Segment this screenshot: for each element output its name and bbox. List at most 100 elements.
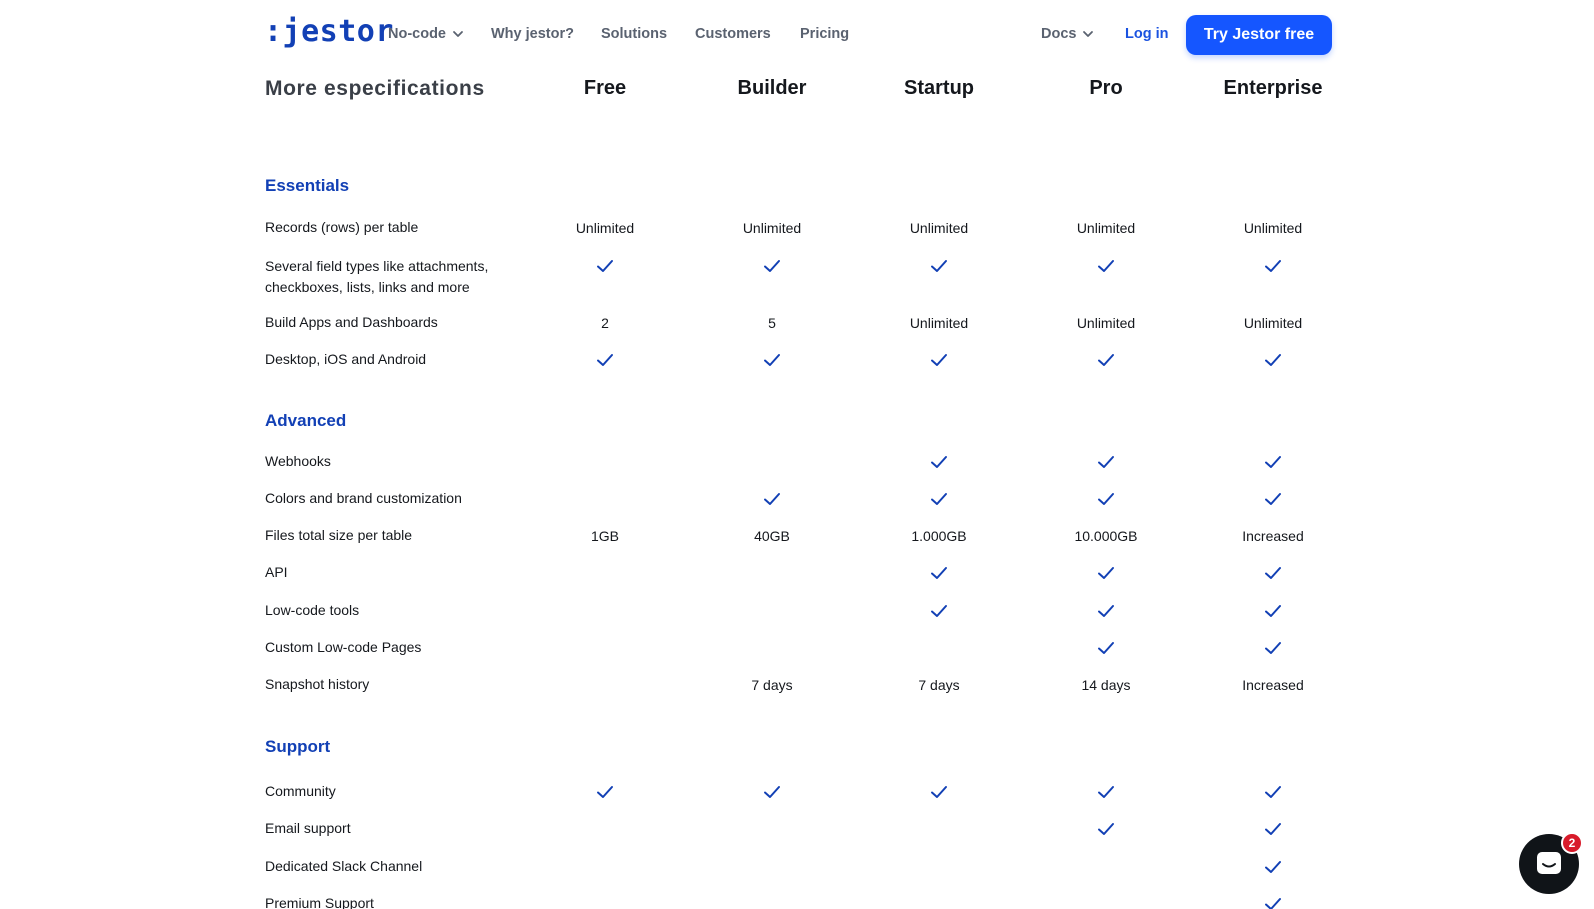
table-cell bbox=[525, 451, 685, 473]
table-cell: 40GB bbox=[692, 525, 852, 547]
table-cell: 10.000GB bbox=[1026, 525, 1186, 547]
row-label: Webhooks bbox=[265, 453, 331, 469]
row-label: Snapshot history bbox=[265, 676, 370, 692]
cell-value: Unlimited bbox=[575, 220, 635, 236]
table-cell bbox=[692, 562, 852, 584]
check-icon bbox=[931, 493, 947, 505]
top-navigation: :jestor No-code Why jestor? Solutions Cu… bbox=[0, 0, 1594, 68]
table-cell bbox=[859, 893, 1019, 909]
row-label: Premium Support bbox=[265, 895, 374, 909]
table-cell bbox=[692, 600, 852, 622]
table-cell: Unlimited bbox=[1026, 217, 1186, 239]
table-cell bbox=[525, 818, 685, 840]
table-cell: Unlimited bbox=[692, 217, 852, 239]
cell-value: Unlimited bbox=[1243, 315, 1303, 331]
check-icon bbox=[1098, 823, 1114, 835]
section-support: Support bbox=[265, 737, 331, 756]
try-jestor-free-button[interactable]: Try Jestor free bbox=[1186, 15, 1332, 55]
table-cell bbox=[859, 856, 1019, 878]
table-cell: Unlimited bbox=[859, 217, 1019, 239]
check-icon bbox=[931, 354, 947, 366]
check-icon bbox=[931, 567, 947, 579]
plan-header-startup: Startup bbox=[904, 77, 974, 99]
row-label: Records (rows) per table bbox=[265, 219, 419, 235]
table-cell bbox=[859, 818, 1019, 840]
table-cell bbox=[525, 781, 685, 803]
table-cell bbox=[525, 562, 685, 584]
login-link[interactable]: Log in bbox=[1125, 26, 1169, 42]
table-cell bbox=[1193, 488, 1353, 510]
check-icon bbox=[1265, 898, 1281, 909]
cell-value: 1.000GB bbox=[911, 528, 967, 544]
table-cell bbox=[692, 818, 852, 840]
table-cell: 2 bbox=[525, 312, 685, 334]
table-cell bbox=[859, 488, 1019, 510]
table-cell: 5 bbox=[692, 312, 852, 334]
table-cell bbox=[859, 600, 1019, 622]
table-cell bbox=[1026, 637, 1186, 659]
cell-value: Unlimited bbox=[909, 315, 969, 331]
jestor-logo[interactable]: :jestor bbox=[264, 14, 394, 49]
spec-table-title: More especifications bbox=[265, 77, 485, 100]
cell-value: Unlimited bbox=[742, 220, 802, 236]
row-label: Dedicated Slack Channel bbox=[265, 858, 423, 874]
chevron-down-icon bbox=[1083, 31, 1094, 37]
table-cell bbox=[1026, 893, 1186, 909]
table-cell bbox=[692, 856, 852, 878]
table-cell: Unlimited bbox=[859, 312, 1019, 334]
table-cell bbox=[1193, 255, 1353, 277]
check-icon bbox=[1098, 456, 1114, 468]
table-cell bbox=[1026, 255, 1186, 277]
table-cell: Unlimited bbox=[1193, 312, 1353, 334]
nav-item-no-code[interactable]: No-code bbox=[388, 26, 464, 42]
check-icon bbox=[597, 260, 613, 272]
table-cell bbox=[525, 856, 685, 878]
table-cell bbox=[1026, 451, 1186, 473]
table-cell bbox=[859, 637, 1019, 659]
cell-value: 5 bbox=[768, 315, 776, 331]
table-cell: 1.000GB bbox=[859, 525, 1019, 547]
nav-item-label: Solutions bbox=[601, 26, 668, 42]
nav-item-label: Customers bbox=[695, 26, 771, 42]
table-cell bbox=[525, 637, 685, 659]
cell-value: 7 days bbox=[751, 677, 793, 693]
table-cell bbox=[692, 451, 852, 473]
check-icon bbox=[931, 260, 947, 272]
nav-item-pricing[interactable]: Pricing bbox=[800, 26, 849, 42]
row-label: Several field types like attachments, ch… bbox=[265, 258, 489, 295]
cell-value: Unlimited bbox=[1243, 220, 1303, 236]
cell-value: 40GB bbox=[754, 528, 790, 544]
cell-value: Unlimited bbox=[909, 220, 969, 236]
nav-item-solutions[interactable]: Solutions bbox=[601, 26, 667, 42]
chevron-down-icon bbox=[453, 31, 463, 37]
check-icon bbox=[764, 493, 780, 505]
check-icon bbox=[764, 786, 780, 798]
plan-header-builder: Builder bbox=[737, 77, 807, 99]
check-icon bbox=[1265, 493, 1281, 505]
row-label: Colors and brand customization bbox=[265, 490, 462, 506]
section-advanced: Advanced bbox=[265, 411, 347, 430]
notification-badge: 2 bbox=[1561, 832, 1583, 854]
nav-item-docs[interactable]: Docs bbox=[1041, 26, 1094, 42]
table-cell bbox=[1193, 856, 1353, 878]
row-label: Files total size per table bbox=[265, 527, 413, 543]
nav-item-why-jestor[interactable]: Why jestor? bbox=[491, 26, 574, 42]
table-cell bbox=[692, 255, 852, 277]
table-cell bbox=[1193, 600, 1353, 622]
table-cell bbox=[692, 893, 852, 909]
check-icon bbox=[1098, 354, 1114, 366]
check-icon bbox=[1098, 642, 1114, 654]
table-cell bbox=[1193, 451, 1353, 473]
check-icon bbox=[1265, 260, 1281, 272]
table-cell bbox=[1026, 349, 1186, 371]
table-cell bbox=[692, 781, 852, 803]
nav-item-customers[interactable]: Customers bbox=[695, 26, 771, 42]
table-cell bbox=[525, 674, 685, 696]
table-cell bbox=[692, 488, 852, 510]
check-icon bbox=[1098, 786, 1114, 798]
table-cell bbox=[692, 637, 852, 659]
table-cell: Increased bbox=[1193, 674, 1353, 696]
plan-header-pro: Pro bbox=[1089, 77, 1123, 99]
cell-value: 7 days bbox=[918, 677, 960, 693]
check-icon bbox=[1265, 823, 1281, 835]
